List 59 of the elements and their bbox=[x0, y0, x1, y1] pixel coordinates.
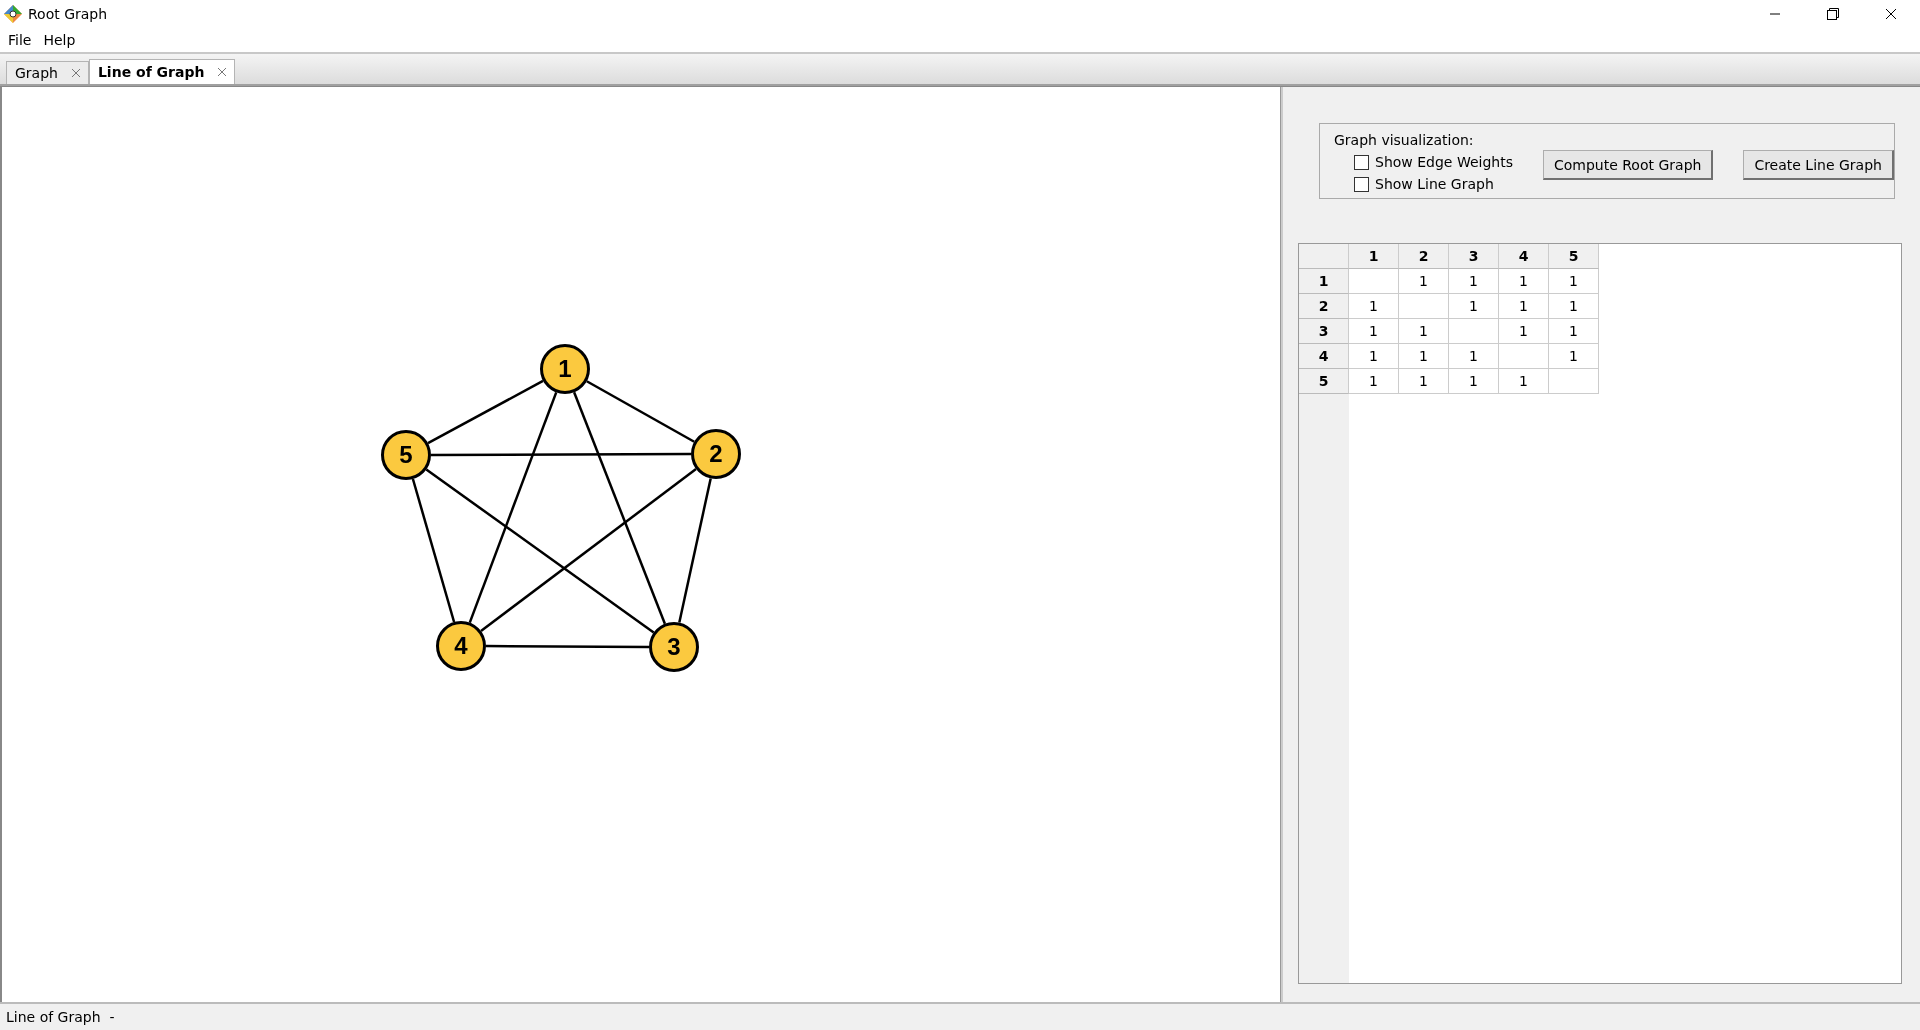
action-button[interactable]: Create Line Graph bbox=[1743, 150, 1894, 180]
column-header[interactable]: 4 bbox=[1499, 244, 1549, 269]
table-cell bbox=[1449, 319, 1499, 344]
row-header[interactable]: 2 bbox=[1299, 294, 1349, 319]
column-header[interactable]: 1 bbox=[1349, 244, 1399, 269]
close-icon bbox=[1885, 8, 1897, 20]
checkbox[interactable] bbox=[1354, 154, 1369, 170]
window-title: Root Graph bbox=[28, 6, 109, 22]
table-cell bbox=[1549, 369, 1599, 394]
table-cell: 1 bbox=[1349, 369, 1399, 394]
column-header[interactable]: 3 bbox=[1449, 244, 1499, 269]
corner-cell bbox=[1299, 244, 1349, 269]
table-cell: 1 bbox=[1399, 269, 1449, 294]
menu-item[interactable]: Help bbox=[37, 32, 82, 48]
table-cell: 1 bbox=[1449, 269, 1499, 294]
checkbox-label: Show Line Graph bbox=[1375, 176, 1494, 192]
table-cell: 1 bbox=[1549, 344, 1599, 369]
table-cell: 1 bbox=[1449, 344, 1499, 369]
table-cell bbox=[1349, 269, 1399, 294]
group-title: Graph visualization: bbox=[1334, 132, 1475, 148]
table-cell: 1 bbox=[1399, 319, 1449, 344]
column-header[interactable]: 2 bbox=[1399, 244, 1449, 269]
checkbox-option[interactable]: Show Line Graph bbox=[1354, 176, 1513, 192]
table-cell bbox=[1499, 344, 1549, 369]
graph-node: 5 bbox=[381, 430, 431, 480]
row-header[interactable]: 3 bbox=[1299, 319, 1349, 344]
table-cell: 1 bbox=[1549, 319, 1599, 344]
row-header[interactable]: 5 bbox=[1299, 369, 1349, 394]
table-cell: 1 bbox=[1499, 369, 1549, 394]
table-cell: 1 bbox=[1549, 294, 1599, 319]
table-cell bbox=[1399, 294, 1449, 319]
menu-item[interactable]: File bbox=[2, 32, 38, 48]
table-cell: 1 bbox=[1499, 319, 1549, 344]
table-cell: 1 bbox=[1549, 269, 1599, 294]
tab[interactable]: Graph bbox=[6, 61, 89, 84]
tab[interactable]: Line of Graph bbox=[88, 59, 236, 84]
graph-node: 1 bbox=[540, 344, 590, 394]
close-icon[interactable] bbox=[71, 69, 80, 77]
action-button[interactable]: Compute Root Graph bbox=[1543, 150, 1714, 180]
app-icon bbox=[4, 5, 22, 23]
row-header[interactable]: 1 bbox=[1299, 269, 1349, 294]
graph-node: 4 bbox=[436, 621, 486, 671]
row-header[interactable]: 4 bbox=[1299, 344, 1349, 369]
table-cell: 1 bbox=[1349, 319, 1399, 344]
table-cell: 1 bbox=[1499, 294, 1549, 319]
table-cell: 1 bbox=[1349, 344, 1399, 369]
column-header[interactable]: 5 bbox=[1549, 244, 1599, 269]
table-cell: 1 bbox=[1399, 369, 1449, 394]
close-icon[interactable] bbox=[218, 68, 227, 76]
table-cell: 1 bbox=[1399, 344, 1449, 369]
table-cell: 1 bbox=[1449, 294, 1499, 319]
checkbox[interactable] bbox=[1354, 176, 1369, 192]
table-cell: 1 bbox=[1449, 369, 1499, 394]
table-cell: 1 bbox=[1499, 269, 1549, 294]
restore-icon bbox=[1827, 8, 1839, 20]
status-text: Line of Graph - bbox=[6, 1009, 115, 1025]
graph-node: 3 bbox=[649, 622, 699, 672]
table-cell: 1 bbox=[1349, 294, 1399, 319]
graph-node: 2 bbox=[691, 429, 741, 479]
